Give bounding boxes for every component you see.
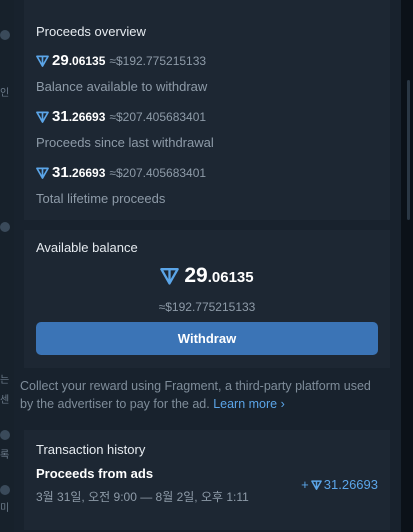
overview-amount-row: 29 .06135 ≈$192.775215133 — [36, 52, 206, 69]
ton-icon — [36, 55, 49, 67]
available-balance-card: Available balance 29 .06135 ≈$192.775215… — [24, 230, 390, 368]
ton-icon — [160, 268, 180, 285]
scrollbar-thumb[interactable] — [407, 80, 410, 220]
learn-more-link[interactable]: Learn more › — [213, 397, 285, 411]
balance-usd: ≈$192.775215133 — [158, 300, 256, 314]
scrollbar-track[interactable] — [401, 0, 413, 532]
balance-decimal: .06135 — [207, 269, 254, 286]
balance-amount: 29 .06135 — [24, 264, 390, 288]
amount-label: Proceeds since last withdrawal — [36, 135, 214, 150]
amount-value: 31.26693 — [323, 477, 378, 492]
transaction-date: 3월 31일, 오전 9:00 — 8월 2일, 오후 1:11 — [36, 490, 249, 504]
blurred-text: 록 — [0, 450, 10, 461]
avatar — [0, 430, 10, 440]
amount-integer: 31 — [52, 108, 69, 125]
balance-integer: 29 — [184, 264, 208, 287]
avatar — [0, 222, 10, 232]
overview-amount-row: 31 .26693 ≈$207.405683401 — [36, 164, 206, 181]
transaction-name[interactable]: Proceeds from ads — [36, 466, 153, 481]
blurred-text: 센 — [0, 395, 10, 406]
monetization-panel: Proceeds overview 29 .06135 ≈$192.775215… — [14, 0, 401, 532]
section-title: Transaction history — [36, 442, 146, 457]
overview-amount-row: 31 .26693 ≈$207.405683401 — [36, 108, 206, 125]
amount-usd: ≈$207.405683401 — [109, 110, 207, 124]
transaction-history-card: Transaction history Proceeds from ads 3월… — [24, 430, 390, 530]
amount-integer: 29 — [52, 52, 69, 69]
amount-decimal: .26693 — [68, 110, 106, 124]
avatar — [0, 485, 10, 495]
ton-icon — [36, 167, 49, 179]
amount-usd: ≈$192.775215133 — [109, 54, 207, 68]
amount-decimal: .06135 — [68, 54, 106, 68]
amount-decimal: .26693 — [68, 166, 106, 180]
amount-integer: 31 — [52, 164, 69, 181]
blurred-text: 는 — [0, 375, 10, 386]
section-title: Proceeds overview — [36, 24, 146, 39]
amount-usd: ≈$207.405683401 — [109, 166, 207, 180]
amount-prefix: + — [301, 477, 309, 492]
section-title: Available balance — [36, 240, 138, 255]
amount-label: Balance available to withdraw — [36, 79, 208, 94]
amount-label: Total lifetime proceeds — [36, 191, 166, 206]
ton-icon — [36, 111, 49, 123]
ton-icon — [310, 479, 322, 490]
fragment-info-text: Collect your reward using Fragment, a th… — [20, 377, 380, 413]
chat-backdrop: 인 는 센 록 미 — [0, 0, 14, 532]
blurred-text: 미 — [0, 503, 10, 514]
avatar — [0, 30, 10, 40]
proceeds-overview-card: Proceeds overview 29 .06135 ≈$192.775215… — [24, 0, 390, 220]
transaction-amount: + 31.26693 — [301, 477, 378, 492]
info-text: Collect your reward using Fragment, a th… — [20, 379, 371, 411]
blurred-text: 인 — [0, 88, 10, 99]
withdraw-button[interactable]: Withdraw — [36, 322, 378, 355]
